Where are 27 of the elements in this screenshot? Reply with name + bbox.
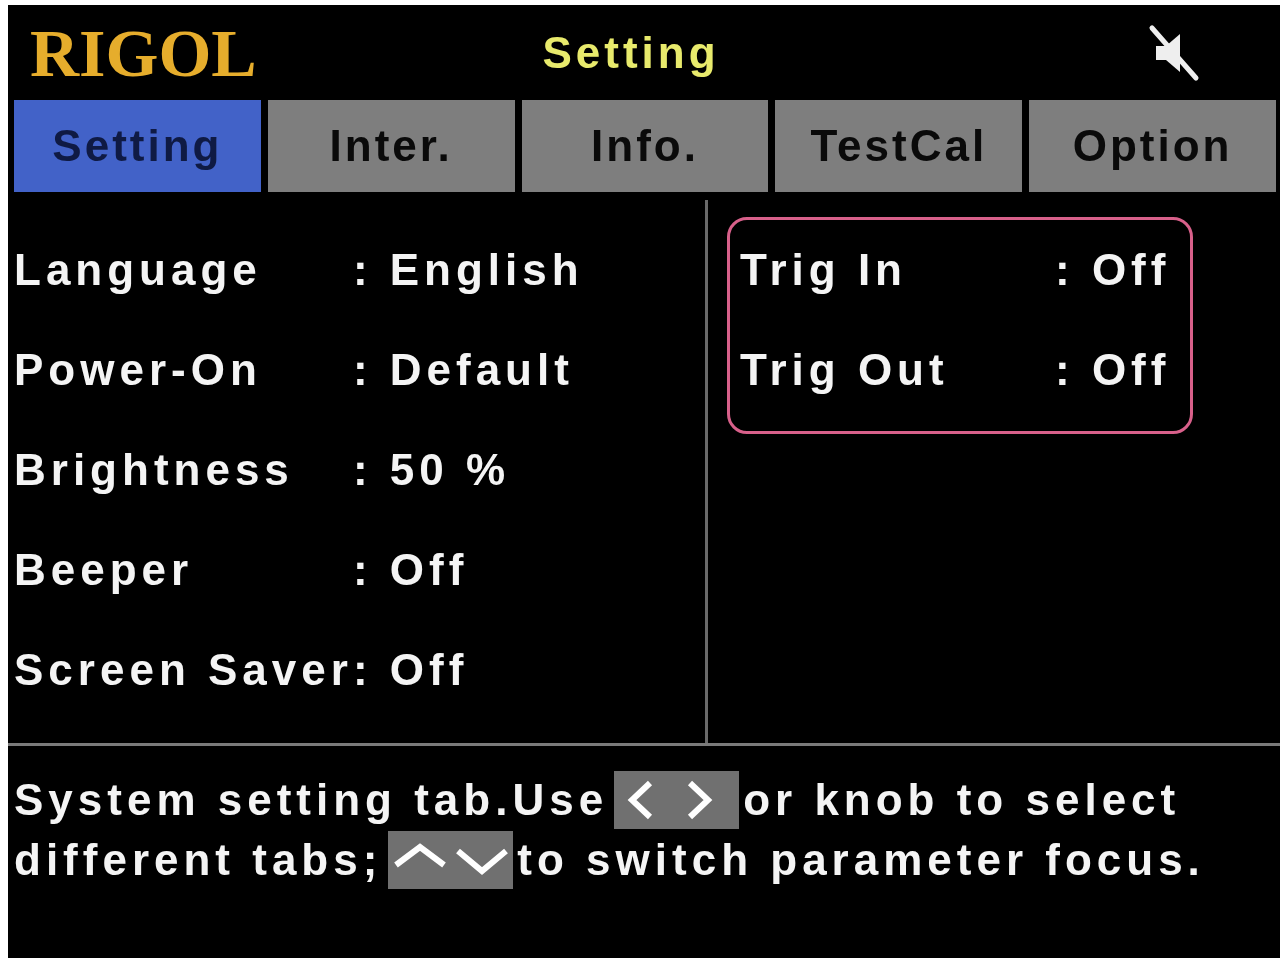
setting-value[interactable]: : English (352, 245, 584, 295)
muted-speaker-icon (1148, 23, 1200, 82)
setting-label: Language (14, 245, 263, 295)
brand-logo: RIGOL (30, 18, 257, 87)
trigger-value[interactable]: : Off (1055, 245, 1171, 295)
hint-text: System setting tab.Use (14, 775, 609, 825)
setting-label: Brightness (14, 445, 295, 495)
tab[interactable]: TestCal (775, 100, 1023, 192)
setting-value[interactable]: : Off (352, 645, 584, 695)
setting-label: Screen Saver (14, 645, 353, 695)
setting-value[interactable]: : 50 % (352, 445, 584, 495)
hint-text: or knob to select (743, 775, 1181, 825)
setting-label: Power-On (14, 345, 263, 395)
trigger-label: Trig Out (740, 345, 950, 395)
hint-text: different tabs; (14, 835, 383, 885)
hint-text: to switch parameter focus. (517, 835, 1205, 885)
tab[interactable]: Inter. (267, 100, 515, 192)
trigger-value[interactable]: : Off (1055, 345, 1171, 395)
trigger-label: Trig In (740, 245, 908, 295)
tab[interactable]: Info. (521, 100, 769, 192)
left-right-chevrons-icon (614, 771, 740, 829)
screen-title: Setting (542, 30, 720, 75)
setting-value[interactable]: : Off (352, 545, 584, 595)
up-down-chevrons-icon (388, 831, 514, 889)
setting-label: Beeper (14, 545, 195, 595)
tab[interactable]: Option (1029, 100, 1276, 192)
setting-value[interactable]: : Default (352, 345, 584, 395)
